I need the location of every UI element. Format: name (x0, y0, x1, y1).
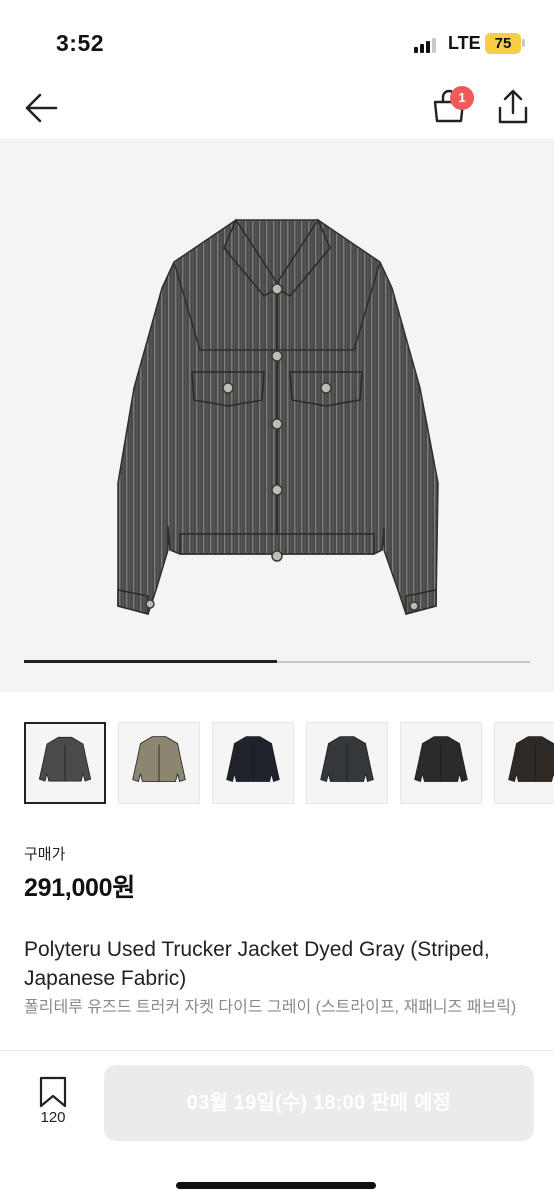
arrow-left-icon (25, 93, 58, 123)
product-title-en: Polyteru Used Trucker Jacket Dyed Gray (… (24, 938, 490, 990)
share-button[interactable] (494, 86, 532, 128)
wishlist-count: 120 (40, 1109, 66, 1126)
signal-icon (414, 37, 440, 53)
thumbnail-image (132, 736, 186, 783)
thumbnail-jacket-camo[interactable] (118, 722, 200, 804)
thumbnail-jacket-navy[interactable] (212, 722, 294, 804)
thumbnail-image (38, 736, 92, 782)
thumbnail-jacket-dark-brown[interactable] (494, 722, 554, 804)
thumbnail-image (414, 736, 468, 783)
network-type: LTE (448, 33, 481, 53)
product-title-ko: 폴리테루 유즈드 트러커 자켓 다이드 그레이 (스트라이프, 재패니즈 패브릭… (24, 999, 517, 1016)
thumbnail-strip[interactable] (24, 722, 554, 806)
thumbnail-jacket-charcoal[interactable] (306, 722, 388, 804)
status-time: 3:52 (56, 30, 105, 56)
share-icon (498, 89, 528, 124)
cart-count-badge: 1 (450, 86, 474, 110)
thumbnail-jacket-black[interactable] (400, 722, 482, 804)
purchase-button[interactable]: 03월 19일(수) 18:00 판매 예정 (104, 1065, 534, 1141)
thumbnail-image (320, 736, 374, 783)
status-bar: 3:52 LTE 75 (0, 0, 554, 80)
battery-icon: 75 (485, 33, 521, 54)
price-label: 구매가 (24, 846, 66, 863)
back-button[interactable] (20, 88, 64, 128)
thumbnail-image (508, 736, 554, 783)
jacket-photo (117, 218, 439, 615)
price: 291,000원 (24, 874, 135, 902)
thumbnail-image (226, 736, 280, 783)
bookmark-icon (39, 1076, 67, 1108)
home-indicator (176, 1182, 376, 1189)
gallery-progress-track (24, 660, 530, 663)
product-image[interactable] (0, 138, 554, 692)
thumbnail-jacket-gray-striped[interactable] (24, 722, 106, 804)
gallery-progress-fill (24, 660, 277, 663)
battery-cap (522, 39, 525, 47)
bottom-action-bar: 120 03월 19일(수) 18:00 판매 예정 (0, 1050, 554, 1200)
nav-bar (0, 80, 554, 138)
